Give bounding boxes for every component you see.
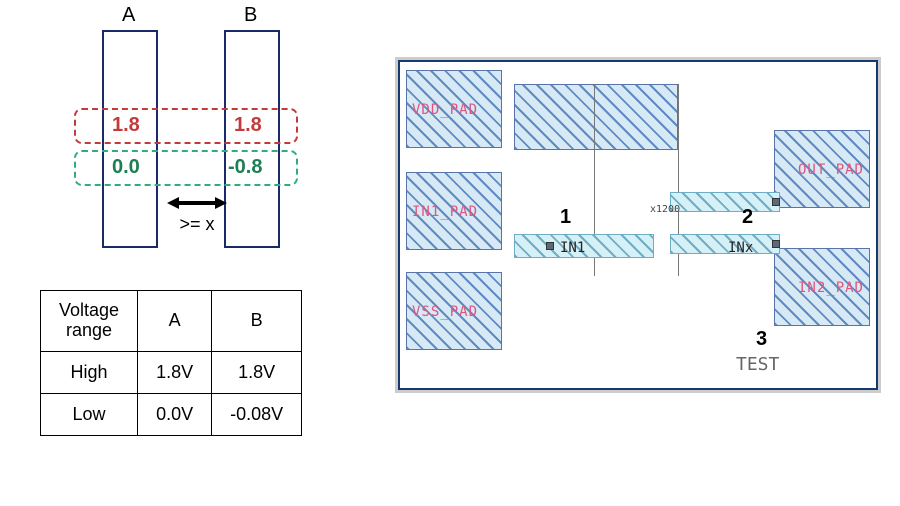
pad-vss-label: VSS_PAD xyxy=(412,304,478,320)
value-high-b: 1.8 xyxy=(234,114,262,137)
table-header-a: A xyxy=(138,291,212,352)
table-header-range: Voltage range xyxy=(41,291,138,352)
value-low-b: -0.8 xyxy=(228,156,262,179)
spacing-arrow: >= x xyxy=(164,194,230,235)
double-arrow-icon xyxy=(167,194,227,212)
marker-3: 3 xyxy=(756,328,767,351)
via-marker-in2 xyxy=(772,240,780,248)
table-header-b: B xyxy=(212,291,302,352)
net-inx-bar-upper xyxy=(670,192,780,212)
net-in1-label: IN1 xyxy=(560,240,585,256)
via-marker-out xyxy=(772,198,780,206)
row-low-b: -0.08V xyxy=(212,393,302,435)
column-a-label: A xyxy=(122,4,135,27)
pad-vdd-label: VDD_PAD xyxy=(412,102,478,118)
value-low-a: 0.0 xyxy=(112,156,140,179)
spacing-constraint-label: >= x xyxy=(164,214,230,235)
layout-view: VDD_PAD IN1_PAD VSS_PAD OUT_PAD IN2_PAD … xyxy=(398,60,878,390)
row-low-label: Low xyxy=(41,393,138,435)
row-high-a: 1.8V xyxy=(138,351,212,393)
row-low-a: 0.0V xyxy=(138,393,212,435)
pad-in1-label: IN1_PAD xyxy=(412,204,478,220)
column-b-label: B xyxy=(244,4,257,27)
via-marker-in1 xyxy=(546,242,554,250)
ab-spacing-diagram: A B 1.8 1.8 0.0 -0.8 >= x xyxy=(60,0,340,270)
test-label: TEST xyxy=(736,354,779,375)
row-high-label: High xyxy=(41,351,138,393)
high-voltage-group xyxy=(74,108,298,144)
pad-out-label: OUT_PAD xyxy=(798,162,864,178)
route-top xyxy=(514,84,678,150)
marker-1: 1 xyxy=(560,206,571,229)
low-voltage-group xyxy=(74,150,298,186)
row-high-b: 1.8V xyxy=(212,351,302,393)
net-inx-label: INx xyxy=(728,240,753,256)
net-inx-bar-lower xyxy=(670,234,780,254)
voltage-range-table: Voltage range A B High 1.8V 1.8V Low 0.0… xyxy=(40,290,302,436)
value-high-a: 1.8 xyxy=(112,114,140,137)
table-row: High 1.8V 1.8V xyxy=(41,351,302,393)
marker-2: 2 xyxy=(742,206,753,229)
cell-name: x1200 xyxy=(650,204,680,215)
pad-in2-label: IN2_PAD xyxy=(798,280,864,296)
voltage-diagram-panel: A B 1.8 1.8 0.0 -0.8 >= x Voltage range … xyxy=(40,0,380,436)
table-row: Low 0.0V -0.08V xyxy=(41,393,302,435)
